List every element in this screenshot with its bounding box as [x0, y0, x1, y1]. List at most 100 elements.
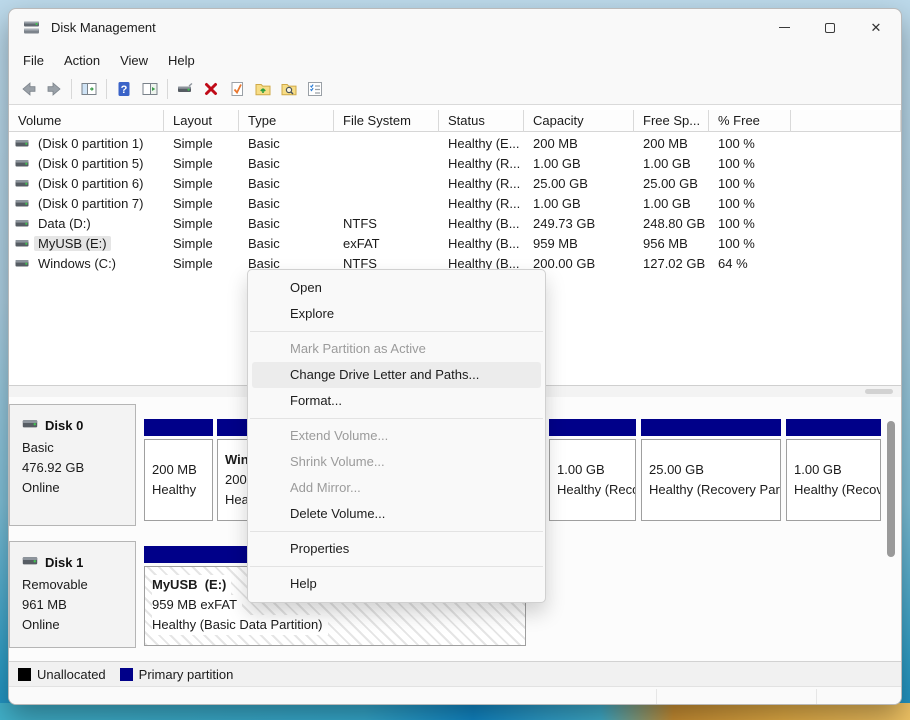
table-row-myusb-e[interactable]: MyUSB (E:)SimpleBasicexFATHealthy (B...9… — [9, 233, 901, 253]
toolbar-action-pane-icon[interactable] — [137, 77, 163, 101]
cell-type: Basic — [239, 156, 334, 171]
menubar-item-help[interactable]: Help — [158, 50, 205, 71]
cell-pct_free: 100 % — [709, 196, 791, 211]
disk-panel-disk-1[interactable]: Disk 1Removable961 MBOnline — [9, 541, 136, 648]
toolbar-check-document-icon[interactable] — [224, 77, 250, 101]
context-menu-item-open[interactable]: Open — [252, 275, 541, 301]
partition-disk-0-p5[interactable]: 25.00 GBHealthy (Recovery Partition) — [641, 419, 781, 521]
volume-label: (Disk 0 partition 6) — [34, 176, 147, 191]
close-icon[interactable]: ✕ — [853, 9, 899, 46]
toolbar-delete-icon[interactable] — [198, 77, 224, 101]
disk-name: Disk 0 — [45, 418, 83, 433]
partition-line: 1.00 GB — [557, 460, 635, 480]
cell-file_system: exFAT — [334, 236, 439, 251]
disk-management-window: Disk Management ✕ FileActionViewHelp ? V… — [8, 8, 902, 705]
volume-label: (Disk 0 partition 5) — [34, 156, 147, 171]
cell-layout: Simple — [164, 256, 239, 271]
column-header-file-system[interactable]: File System — [334, 110, 439, 132]
disk-name: Disk 1 — [45, 555, 83, 570]
menubar-item-action[interactable]: Action — [54, 50, 110, 71]
column-header-layout[interactable]: Layout — [164, 110, 239, 132]
legend-swatch-icon — [120, 668, 133, 681]
menu-bar: FileActionViewHelp — [13, 48, 205, 72]
column-header-capacity[interactable]: Capacity — [524, 110, 634, 132]
context-menu-item-format[interactable]: Format... — [252, 388, 541, 414]
toolbar-help-icon[interactable]: ? — [111, 77, 137, 101]
cell-pct_free: 100 % — [709, 236, 791, 251]
toolbar-forward-icon[interactable] — [41, 77, 67, 101]
partition-disk-0-p1[interactable]: 200 MBHealthy — [144, 419, 213, 521]
disk-icon — [22, 553, 38, 571]
column-header-blank[interactable] — [791, 110, 901, 132]
volume-drive-icon — [15, 136, 29, 151]
cell-layout: Simple — [164, 216, 239, 231]
context-menu-item-extend-volume: Extend Volume... — [252, 423, 541, 449]
context-menu-item-properties[interactable]: Properties — [252, 536, 541, 562]
menubar-item-file[interactable]: File — [13, 50, 54, 71]
partition-disk-0-p6[interactable]: 1.00 GBHealthy (Recovery Partition) — [786, 419, 881, 521]
toolbar-console-tree-icon[interactable] — [76, 77, 102, 101]
column-header-type[interactable]: Type — [239, 110, 334, 132]
context-menu-separator — [250, 418, 543, 419]
cell-free_space: 200 MB — [634, 136, 709, 151]
toolbar-folder-up-icon[interactable] — [250, 77, 276, 101]
partition-disk-0-p4[interactable]: 1.00 GBHealthy (Recovery Partition) — [549, 419, 636, 521]
table-row-data-d[interactable]: Data (D:)SimpleBasicNTFSHealthy (B...249… — [9, 213, 901, 233]
partition-line: Healthy (Recovery Partition) — [557, 480, 635, 500]
svg-text:?: ? — [121, 84, 128, 96]
context-menu-item-delete-volume[interactable]: Delete Volume... — [252, 501, 541, 527]
table-row-disk-0-partition-5[interactable]: (Disk 0 partition 5) SimpleBasic Healthy (… — [9, 153, 901, 173]
table-row-disk-0-partition-6[interactable]: (Disk 0 partition 6)SimpleBasicHealthy (… — [9, 173, 901, 193]
context-menu-item-explore[interactable]: Explore — [252, 301, 541, 327]
legend-item-primary-partition: Primary partition — [120, 667, 234, 682]
partition-type-bar — [786, 419, 881, 436]
legend-label: Unallocated — [37, 667, 106, 682]
minimize-icon[interactable] — [761, 9, 807, 46]
maximize-icon[interactable] — [807, 9, 853, 46]
legend-bar: Unallocated Primary partition — [9, 661, 901, 686]
cell-type: Basic — [239, 196, 334, 211]
cell-pct_free: 100 % — [709, 216, 791, 231]
volume-label: MyUSB (E:) — [34, 236, 111, 251]
table-row-disk-0-partition-1[interactable]: (Disk 0 partition 1)SimpleBasicHealthy (… — [9, 133, 901, 153]
cell-status: Healthy (B... — [439, 216, 524, 231]
cell-capacity: 959 MB — [524, 236, 634, 251]
volume-label: (Disk 0 partition 7) — [34, 196, 147, 211]
volume-cell: Windows (C:) — [9, 256, 164, 271]
menubar-item-view[interactable]: View — [110, 50, 158, 71]
title-bar[interactable]: Disk Management ✕ — [9, 9, 901, 46]
cell-status: Healthy (E... — [439, 136, 524, 151]
volume-cell: (Disk 0 partition 7) — [9, 196, 164, 211]
disk-info-line: 961 MB — [22, 595, 135, 615]
partition-line: 25.00 GB — [649, 460, 780, 480]
cell-status: Healthy (R... — [439, 156, 524, 171]
column-header-volume[interactable]: Volume — [9, 110, 164, 132]
volume-label: (Disk 0 partition 1) — [34, 136, 147, 151]
cell-layout: Simple — [164, 236, 239, 251]
column-header-free-sp[interactable]: Free Sp... — [634, 110, 709, 132]
volume-cell: MyUSB (E:) — [9, 236, 164, 251]
disk-info-line: Online — [22, 615, 135, 635]
cell-layout: Simple — [164, 196, 239, 211]
cell-type: Basic — [239, 216, 334, 231]
column-header-free[interactable]: % Free — [709, 110, 791, 132]
toolbar-folder-search-icon[interactable] — [276, 77, 302, 101]
column-header-status[interactable]: Status — [439, 110, 524, 132]
cell-free_space: 1.00 GB — [634, 156, 709, 171]
toolbar-back-icon[interactable] — [15, 77, 41, 101]
disk-name-line: Disk 0 — [22, 416, 135, 434]
disk-info-line: Online — [22, 478, 135, 498]
context-menu-item-change-drive-letter-and-paths[interactable]: Change Drive Letter and Paths... — [252, 362, 541, 388]
disk-info-line: Basic — [22, 438, 135, 458]
disk-panel-disk-0[interactable]: Disk 0Basic476.92 GBOnline — [9, 404, 136, 526]
volume-drive-icon — [15, 236, 29, 251]
context-menu-item-help[interactable]: Help — [252, 571, 541, 597]
cell-layout: Simple — [164, 176, 239, 191]
toolbar-device-icon[interactable] — [172, 77, 198, 101]
toolbar-properties-icon[interactable] — [302, 77, 328, 101]
volume-drive-icon — [15, 176, 29, 191]
disk-icon — [22, 416, 38, 434]
table-row-disk-0-partition-7[interactable]: (Disk 0 partition 7)SimpleBasicHealthy (… — [9, 193, 901, 213]
cell-layout: Simple — [164, 156, 239, 171]
partition-line: 1.00 GB — [794, 460, 880, 480]
